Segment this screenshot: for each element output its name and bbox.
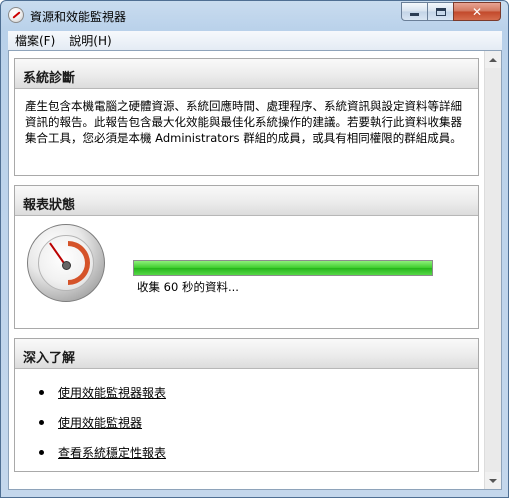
progress-status-text: 收集 60 秒的資料... [137,280,239,294]
diagnostics-panel: 系統診斷 產生包含本機電腦之硬體資源、系統回應時間、處理程序、系統資訊與設定資料… [14,58,479,176]
minimize-button[interactable] [401,2,428,21]
link-perfmon-reports[interactable]: 使用效能監視器報表 [58,384,166,401]
menu-help[interactable]: 說明(H) [62,32,118,49]
link-reliability-report[interactable]: 查看系統穩定性報表 [58,444,166,461]
maximize-button[interactable] [427,2,454,21]
report-status-title: 報表狀態 [15,186,478,216]
vertical-scrollbar[interactable] [484,51,501,489]
learn-more-links: 使用效能監視器報表 使用效能監視器 查看系統穩定性報表 [15,369,478,461]
diagnostics-panel-title: 系統診斷 [15,59,478,89]
menu-file[interactable]: 檔案(F) [8,32,62,49]
window-title: 資源和效能監視器 [30,10,127,24]
title-bar[interactable]: 資源和效能監視器 ✕ [1,1,508,31]
scroll-up-button[interactable] [485,51,501,68]
report-status-panel: 報表狀態 收集 60 秒的資料... [14,185,479,329]
close-icon: ✕ [471,4,483,19]
app-window: 資源和效能監視器 ✕ 檔案(F) 說明(H) 系統診斷 產生包含本機電腦之硬體資… [0,0,509,498]
gauge-hub [62,261,71,270]
arrow-up-icon [489,57,497,62]
close-button[interactable]: ✕ [453,2,501,21]
bullet-icon [39,449,44,455]
scroll-down-button[interactable] [485,472,501,489]
learn-more-title: 深入了解 [15,339,478,369]
progress-bar [133,260,433,276]
list-item: 查看系統穩定性報表 [39,443,478,461]
minimize-icon [410,13,419,16]
gauge-icon [27,224,105,302]
list-item: 使用效能監視器 [39,413,478,431]
learn-more-panel: 深入了解 使用效能監視器報表 使用效能監視器 查看系統穩定性報表 [14,338,479,472]
link-perfmon[interactable]: 使用效能監視器 [58,414,142,431]
arrow-down-icon [489,478,497,483]
maximize-icon [435,7,446,16]
report-content: 系統診斷 產生包含本機電腦之硬體資源、系統回應時間、處理程序、系統資訊與設定資料… [8,50,502,490]
diagnostics-description: 產生包含本機電腦之硬體資源、系統回應時間、處理程序、系統資訊與設定資料等詳細資訊… [25,99,462,145]
menu-bar: 檔案(F) 說明(H) [8,31,502,50]
bullet-icon [39,389,44,395]
bullet-icon [39,419,44,425]
progress-fill [134,261,432,275]
performance-monitor-icon [8,7,24,23]
list-item: 使用效能監視器報表 [39,383,478,401]
